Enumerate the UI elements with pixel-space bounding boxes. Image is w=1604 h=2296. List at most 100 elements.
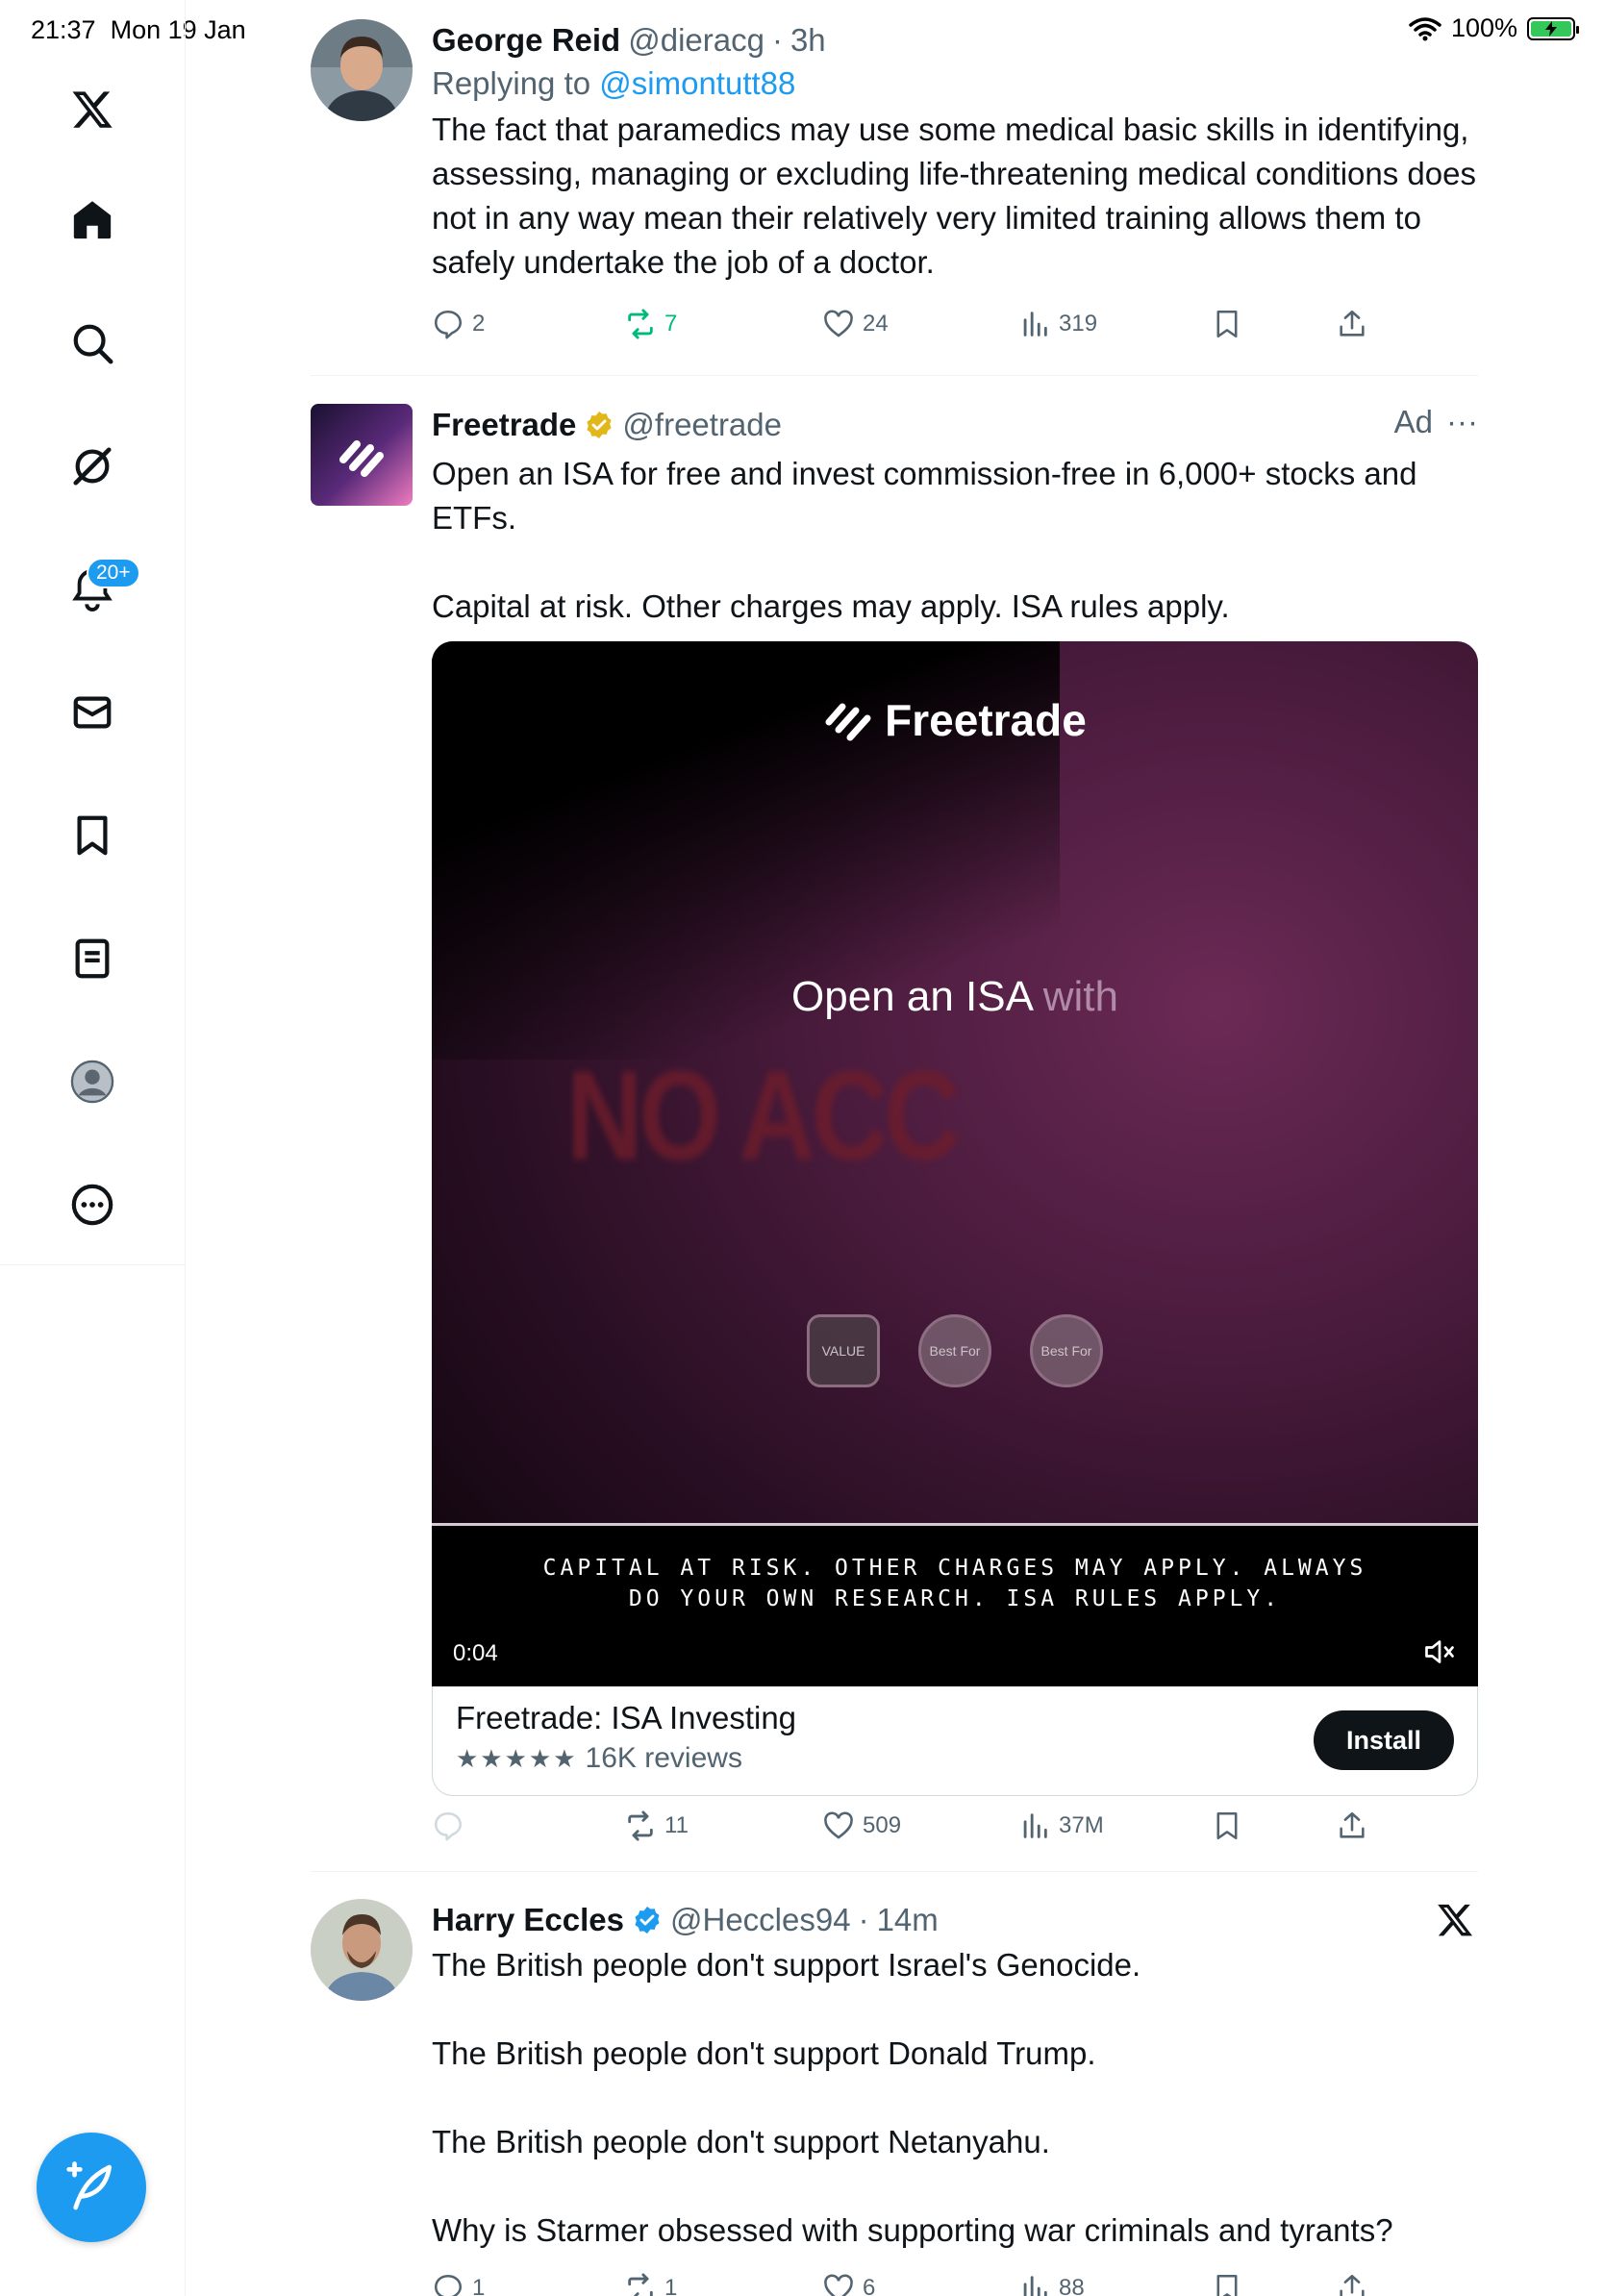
app-install-card[interactable]: Freetrade: ISA Investing ★★★★★ 16K revie… [432, 1686, 1478, 1796]
reply-button[interactable] [432, 1809, 464, 1842]
more-icon[interactable] [58, 1170, 127, 1239]
share-icon [1340, 1811, 1365, 1838]
views-chart-icon [1023, 2276, 1047, 2296]
tweet-text: The British people don't support Israel'… [432, 1947, 1393, 2248]
grok-icon[interactable] [58, 432, 127, 501]
author-name[interactable]: Harry Eccles [432, 1902, 624, 1938]
like-count: 509 [863, 1812, 902, 1838]
ad-video-player[interactable]: Freetrade Open an ISA with NO ACC VALUE … [432, 641, 1478, 1686]
tweet-time[interactable]: 14m [877, 1902, 939, 1938]
messages-icon[interactable] [58, 678, 127, 747]
author-name[interactable]: Freetrade [432, 407, 576, 443]
views-chart-icon [1023, 312, 1047, 337]
video-tagline-main: Open an ISA [791, 973, 1043, 1020]
share-icon [1340, 310, 1365, 337]
heart-icon [824, 310, 853, 337]
retweet-button[interactable]: 7 [624, 308, 677, 340]
install-button[interactable]: Install [1314, 1710, 1454, 1770]
reply-handle-link[interactable]: @simontutt88 [599, 65, 795, 101]
tweet-harry-eccles[interactable]: Harry Eccles @Heccles94 · 14m The Britis… [311, 1899, 1478, 2296]
bookmarks-icon[interactable] [58, 801, 127, 870]
compose-post-button[interactable] [37, 2133, 146, 2242]
tweet-freetrade-ad[interactable]: Ad ··· Freetrade @freetrade Open an ISA … [311, 404, 1478, 1865]
tweet-divider [311, 375, 1478, 376]
reply-button[interactable]: 2 [432, 308, 485, 340]
battery-icon [1527, 16, 1579, 40]
video-timestamp: 0:04 [453, 1640, 498, 1666]
verified-badge-icon [635, 1907, 660, 1934]
rating-stars: ★★★★★ [456, 1743, 578, 1773]
video-award-badges: VALUE Best For Best For [432, 1314, 1478, 1387]
disclaimer-line-2: DO YOUR OWN RESEARCH. ISA RULES APPLY. [628, 1586, 1282, 1611]
like-count: 6 [863, 2275, 876, 2296]
reply-prefix: Replying to [432, 65, 591, 101]
separator-dot: · [858, 1902, 869, 1937]
video-tagline: Open an ISA with [432, 973, 1478, 1021]
avatar-freetrade[interactable] [311, 404, 413, 506]
retweet-count: 1 [664, 2275, 678, 2296]
video-disclaimer: CAPITAL AT RISK. OTHER CHARGES MAY APPLY… [432, 1553, 1478, 1614]
retweet-button[interactable]: 11 [624, 1809, 689, 1842]
avatar-harry-eccles[interactable] [311, 1899, 413, 2001]
share-button[interactable] [1336, 1809, 1368, 1842]
verified-business-badge-icon [587, 412, 612, 438]
sidebar: 20+ [0, 0, 186, 1265]
home-icon[interactable] [58, 186, 127, 255]
disclaimer-line-1: CAPITAL AT RISK. OTHER CHARGES MAY APPLY… [542, 1556, 1367, 1581]
views-button[interactable]: 37M [1018, 1809, 1104, 1842]
avatar-george-reid[interactable] [311, 19, 413, 121]
view-count: 37M [1059, 1812, 1104, 1838]
reply-icon [434, 1811, 463, 1841]
x-logo-icon [1438, 1904, 1472, 1936]
retweet-icon [628, 2273, 653, 2296]
freetrade-logo-icon [825, 703, 871, 741]
author-handle[interactable]: @freetrade [622, 407, 782, 443]
x-logo-icon[interactable] [58, 75, 127, 144]
share-button[interactable] [1336, 2272, 1368, 2296]
retweet-count: 7 [664, 311, 678, 337]
compose-feather-icon [66, 2161, 112, 2210]
reply-count: 1 [472, 2275, 486, 2296]
tweet-george-reid[interactable]: George Reid @dieracg · 3h Replying to @s… [311, 19, 1478, 375]
tweet-divider [311, 1871, 1478, 1872]
profile-avatar-icon[interactable] [58, 1047, 127, 1116]
heart-icon [824, 2274, 853, 2296]
like-button[interactable]: 509 [822, 1809, 901, 1842]
video-disclaimer-bar: CAPITAL AT RISK. OTHER CHARGES MAY APPLY… [432, 1523, 1478, 1686]
video-brand-logo: Freetrade [432, 694, 1478, 746]
tweet-time[interactable]: 3h [790, 22, 826, 59]
author-name[interactable]: George Reid [432, 22, 620, 59]
author-handle[interactable]: @Heccles94 [670, 1902, 851, 1938]
bookmark-button[interactable] [1211, 308, 1243, 340]
app-name: Freetrade: ISA Investing [456, 1700, 797, 1735]
video-tagline-faded: with [1042, 973, 1118, 1020]
reply-count: 2 [472, 311, 486, 337]
search-icon[interactable] [58, 309, 127, 378]
sidebar-border [185, 1265, 186, 2296]
reply-icon [434, 310, 463, 339]
author-handle[interactable]: @dieracg [628, 22, 764, 59]
view-count: 88 [1059, 2275, 1085, 2296]
bookmark-button[interactable] [1211, 2272, 1243, 2296]
reply-icon [434, 2274, 463, 2296]
award-badge-best-for-1: Best For [918, 1314, 991, 1387]
views-button[interactable]: 319 [1018, 308, 1097, 340]
award-badge-best-for-2: Best For [1030, 1314, 1103, 1387]
like-count: 24 [863, 311, 889, 337]
retweet-count: 11 [664, 1812, 689, 1838]
reply-button[interactable]: 1 [432, 2272, 485, 2296]
tweet-text: Open an ISA for free and invest commissi… [432, 456, 1417, 624]
like-button[interactable]: 6 [822, 2272, 875, 2296]
bookmark-button[interactable] [1211, 1809, 1243, 1842]
award-badge-value: VALUE [807, 1314, 880, 1387]
share-icon [1340, 2274, 1365, 2296]
reply-context: Replying to @simontutt88 [432, 65, 1478, 102]
mute-icon[interactable] [1422, 1635, 1457, 1669]
share-button[interactable] [1336, 308, 1368, 340]
bookmark-icon [1216, 2274, 1238, 2296]
lists-icon[interactable] [58, 924, 127, 993]
retweet-button[interactable]: 1 [624, 2272, 677, 2296]
like-button[interactable]: 24 [822, 308, 889, 340]
views-button[interactable]: 88 [1018, 2272, 1085, 2296]
separator-dot: · [771, 22, 783, 58]
